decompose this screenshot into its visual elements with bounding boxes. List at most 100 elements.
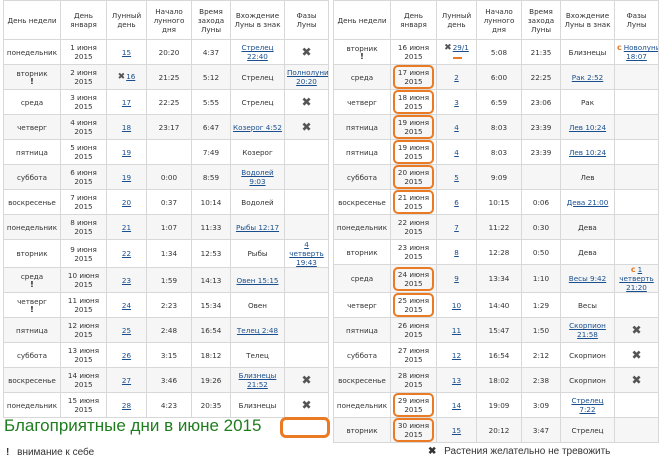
date: 7 июня 2015: [70, 193, 97, 211]
weekday: понедельник: [6, 400, 58, 410]
lunar-day-link[interactable]: 3: [454, 98, 459, 107]
lunar-day-start: 21:25: [146, 64, 192, 90]
zodiac-cell: Телец: [230, 342, 285, 368]
lunar-day-link[interactable]: 6: [454, 198, 459, 207]
zodiac-cell: Стрелец: [230, 64, 285, 90]
moon-phase-cell: ✖: [284, 114, 329, 140]
zodiac-sign-link[interactable]: Рыбы 12:17: [236, 223, 279, 232]
zodiac-sign-link[interactable]: Стрелец 22:40: [241, 43, 273, 61]
lunar-day-link[interactable]: 17: [122, 98, 131, 107]
lunar-day-link[interactable]: 11: [452, 326, 461, 335]
phase-marker: с: [630, 265, 636, 275]
cross-icon: ✖: [301, 95, 312, 109]
zodiac-sign-link[interactable]: Близнецы 21:52: [239, 371, 277, 389]
weekday-cell: суббота: [333, 164, 391, 190]
lunar-day-link[interactable]: 15: [452, 426, 461, 435]
column-header: Время захода Луны: [191, 0, 231, 40]
lunar-day-link[interactable]: 28: [122, 401, 131, 410]
moonset-time: 15:34: [191, 292, 231, 318]
lunar-day-link[interactable]: 18: [122, 123, 131, 132]
weekday-cell: воскресенье: [333, 367, 391, 393]
lunar-day-link[interactable]: 27: [122, 376, 131, 385]
date-cell: 21 июня 2015: [390, 189, 437, 215]
column-header: Лунный день: [436, 0, 477, 40]
zodiac-cell: Овен: [230, 292, 285, 318]
zodiac-sign-link[interactable]: Овен 15:15: [236, 276, 278, 285]
zodiac-sign-link[interactable]: Дева 21:00: [567, 198, 609, 207]
lunar-day-cell: 11: [436, 317, 477, 343]
zodiac-cell: Овен 15:15: [230, 267, 285, 293]
lunar-day-link[interactable]: 19: [122, 173, 131, 182]
moon-phase-link[interactable]: 1 четверть 21:20: [619, 266, 654, 292]
lunar-day-cell: 25: [106, 317, 147, 343]
zodiac-sign-link[interactable]: Водолей 9:03: [241, 168, 273, 186]
lunar-day-link[interactable]: 13: [452, 376, 461, 385]
table-row: среда! 10 июня 2015 23 1:59 14:13 Овен 15:15: [3, 267, 329, 293]
lunar-day-link[interactable]: 4: [454, 123, 459, 132]
moon-phase-link[interactable]: 4 четверть 19:43: [289, 241, 324, 267]
zodiac-sign-link[interactable]: Весы 9:42: [569, 274, 606, 283]
zodiac-cell: Стрелец 7:22: [560, 392, 615, 418]
lunar-day-link[interactable]: 2: [454, 73, 459, 82]
zodiac-cell: Дева 21:00: [560, 189, 615, 215]
table-row: суббота 27 июня 2015 12 16:54 2:12 Скорпион ✖: [333, 342, 659, 368]
moon-phase-cell: ✖: [284, 392, 329, 418]
lunar-day-start: 19:09: [476, 392, 522, 418]
lunar-day-link[interactable]: 23: [122, 276, 131, 285]
weekday-cell: воскресенье: [333, 189, 391, 215]
weekday-cell: суббота: [3, 164, 61, 190]
lunar-day-link[interactable]: 26: [122, 351, 131, 360]
lunar-day-link[interactable]: 21: [122, 223, 131, 232]
lunar-day-link[interactable]: 29/1: [453, 43, 469, 52]
zodiac-sign-link[interactable]: Лев 10:24: [569, 148, 606, 157]
cross-icon: ✖: [301, 120, 312, 134]
lunar-day-link[interactable]: 16: [126, 72, 135, 81]
zodiac-sign-link[interactable]: Телец 2:48: [237, 326, 278, 335]
weekday-cell: пятница: [3, 317, 61, 343]
weekday: четверг: [347, 300, 377, 310]
weekday-cell: пятница: [333, 114, 391, 140]
zodiac-sign-link[interactable]: Стрелец 7:22: [571, 396, 603, 414]
zodiac-sign-link[interactable]: Козерог 4:52: [233, 123, 282, 132]
zodiac-cell: Близнецы 21:52: [230, 367, 285, 393]
lunar-day-start: 1:59: [146, 267, 192, 293]
date-cell: 5 июня 2015: [60, 139, 107, 165]
moonset-time: 7:49: [191, 139, 231, 165]
zodiac-cell: Скорпион 21:58: [560, 317, 615, 343]
lunar-day-link[interactable]: 15: [122, 48, 131, 57]
lunar-day-link[interactable]: 14: [452, 401, 461, 410]
lunar-day-link[interactable]: 4: [454, 148, 459, 157]
weekday-cell: понедельник: [333, 214, 391, 240]
table-row: пятница 5 июня 2015 19 7:49 Козерог: [3, 139, 329, 165]
zodiac-sign-link[interactable]: Скорпион 21:58: [569, 321, 606, 339]
table-row: вторник 9 июня 2015 22 1:34 12:53 Рыбы 4 четве…: [3, 239, 329, 268]
legend-plants: ✖ Растения желательно не тревожить: [428, 446, 610, 457]
attention-mark: !: [30, 279, 34, 289]
weekday: среда: [20, 97, 44, 107]
lunar-day-link[interactable]: 22: [122, 249, 131, 258]
lunar-day-link[interactable]: 7: [454, 223, 459, 232]
lunar-day-link[interactable]: 24: [122, 301, 131, 310]
cross-icon: ✖: [428, 446, 437, 457]
weekday: воскресенье: [8, 375, 56, 385]
date-cell: 10 июня 2015: [60, 267, 107, 293]
lunar-day-link[interactable]: 25: [122, 326, 131, 335]
lunar-day-link[interactable]: 20: [122, 198, 131, 207]
lunar-day-link[interactable]: 5: [454, 173, 459, 182]
lunar-day-cell: 7: [436, 214, 477, 240]
lunar-day-link[interactable]: 19: [122, 148, 131, 157]
lunar-day-start: 4:23: [146, 392, 192, 418]
weekday-cell: понедельник: [3, 392, 61, 418]
lunar-day-link[interactable]: 12: [452, 351, 461, 360]
lunar-day-link[interactable]: 9: [454, 274, 459, 283]
zodiac-sign-link[interactable]: Рак 2:52: [572, 73, 604, 82]
moon-phase-link[interactable]: Полнолуние 20:20: [287, 68, 328, 86]
lunar-day-link[interactable]: 10: [452, 301, 461, 310]
lunar-day-start: 20:20: [146, 39, 192, 65]
lunar-day-cell: 15: [106, 39, 147, 65]
lunar-day-link[interactable]: 8: [454, 248, 459, 257]
moonset-time: 10:14: [191, 189, 231, 215]
moon-phase-link[interactable]: Новолуние 18:07: [624, 43, 658, 61]
zodiac-sign-link[interactable]: Лев 10:24: [569, 123, 606, 132]
lunar-day-cell: 12: [436, 342, 477, 368]
